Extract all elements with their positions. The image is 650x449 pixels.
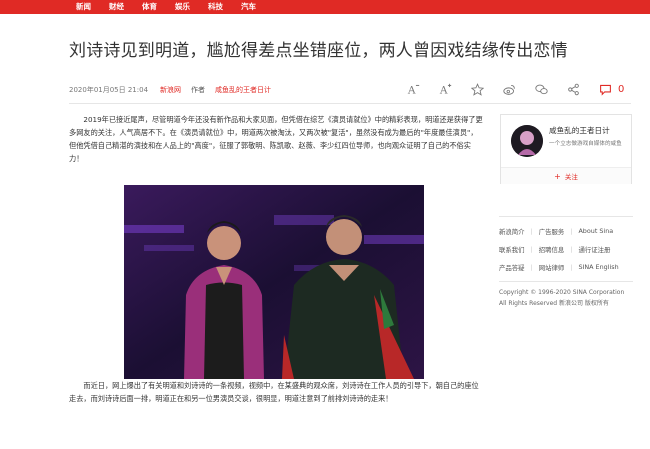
follow-label: 关注 bbox=[564, 173, 578, 181]
article-title: 刘诗诗见到明道，尴尬得差点坐错座位，两人曾因戏结缘传出恋情 bbox=[69, 41, 568, 61]
footer-link-register[interactable]: 通行证注册 bbox=[578, 245, 610, 254]
article-photo bbox=[124, 185, 424, 379]
footer-link-contact[interactable]: 联系我们 bbox=[499, 245, 525, 254]
weibo-icon[interactable] bbox=[500, 80, 518, 98]
article-paragraph-2: 而近日，网上爆出了有关明道和刘诗诗的一条视频，视频中，在某盛典的观众席，刘诗诗在… bbox=[69, 381, 479, 403]
copyright-line-2: All Rights Reserved 新浪公司 版权所有 bbox=[499, 300, 609, 307]
footer-link-jobs[interactable]: 招聘信息 bbox=[539, 245, 565, 254]
nav-item-sports[interactable]: 体育 bbox=[142, 0, 157, 14]
footer-links-row: 联系我们 | 招聘信息 | 通行证注册 bbox=[499, 240, 633, 258]
article-toolbar: A A 0 bbox=[404, 80, 624, 98]
plus-icon: + bbox=[554, 171, 561, 181]
author-label: 作者 bbox=[191, 86, 206, 94]
footer-link-lawyer[interactable]: 网站律师 bbox=[539, 263, 565, 272]
footer-link-ads[interactable]: 广告服务 bbox=[539, 227, 565, 236]
share-icon[interactable] bbox=[564, 80, 582, 98]
article-source-link[interactable]: 新浪网 bbox=[160, 85, 181, 95]
author-avatar[interactable] bbox=[511, 125, 543, 157]
nav-item-finance[interactable]: 财经 bbox=[109, 0, 124, 14]
title-divider bbox=[69, 103, 631, 104]
author-description: 一个立志做游戏自媒体的咸鱼 bbox=[549, 141, 622, 147]
wechat-icon[interactable] bbox=[532, 80, 550, 98]
favorite-star-icon[interactable] bbox=[468, 80, 486, 98]
footer-link-english[interactable]: SINA English bbox=[578, 263, 618, 271]
article-author-link[interactable]: 咸鱼乱的王者日计 bbox=[215, 85, 271, 95]
nav-item-news[interactable]: 新闻 bbox=[76, 0, 91, 14]
font-decrease-icon[interactable]: A bbox=[404, 80, 422, 98]
footer-links-row: 产品答疑 | 网站律师 | SINA English bbox=[499, 258, 633, 276]
author-card: 咸鱼乱的王者日计 一个立志做游戏自媒体的咸鱼 + 关注 bbox=[500, 114, 632, 184]
svg-text:A: A bbox=[439, 84, 448, 95]
font-increase-icon[interactable]: A bbox=[436, 80, 454, 98]
footer-separator: | bbox=[530, 245, 533, 253]
footer-link-about[interactable]: 新浪简介 bbox=[499, 227, 525, 236]
nav-item-tech[interactable]: 科技 bbox=[208, 0, 223, 14]
nav-item-auto[interactable]: 汽车 bbox=[241, 0, 256, 14]
footer-separator: | bbox=[530, 227, 533, 235]
article-meta: 2020年01月05日 21:04 新浪网 作者 咸鱼乱的王者日计 bbox=[69, 84, 271, 96]
footer-link-faq[interactable]: 产品答疑 bbox=[499, 263, 525, 272]
top-nav-items: 新闻 财经 体育 娱乐 科技 汽车 bbox=[76, 0, 274, 14]
footer-separator: | bbox=[530, 263, 533, 271]
comment-count[interactable]: 0 bbox=[618, 84, 624, 95]
copyright: Copyright © 1996-2020 SINA Corporation A… bbox=[499, 287, 639, 309]
footer-separator: | bbox=[570, 227, 573, 235]
footer-separator: | bbox=[570, 263, 573, 271]
footer-link-about-sina[interactable]: About Sina bbox=[578, 227, 613, 235]
article-paragraph-1: 2019年已接近尾声，尽管明道今年还没有新作品和大家见面，但凭借在综艺《演员请就… bbox=[69, 115, 483, 163]
nav-item-entertainment[interactable]: 娱乐 bbox=[175, 0, 190, 14]
copyright-line-1: Copyright © 1996-2020 SINA Corporation bbox=[499, 289, 625, 296]
comment-icon[interactable] bbox=[596, 80, 614, 98]
publish-date: 2020年01月05日 21:04 bbox=[69, 86, 149, 94]
footer-separator: | bbox=[570, 245, 573, 253]
footer-links-row: 新浪简介 | 广告服务 | About Sina bbox=[499, 222, 633, 240]
footer-links: 新浪简介 | 广告服务 | About Sina 联系我们 | 招聘信息 | 通… bbox=[499, 222, 633, 276]
footer-divider-bottom bbox=[499, 281, 633, 282]
top-nav-bar: 新闻 财经 体育 娱乐 科技 汽车 bbox=[0, 0, 650, 14]
author-name[interactable]: 咸鱼乱的王者日计 bbox=[549, 125, 610, 136]
article-body: 2019年已接近尾声，尽管明道今年还没有新作品和大家见面，但凭借在综艺《演员请就… bbox=[69, 113, 484, 403]
footer-divider-top bbox=[499, 216, 633, 217]
svg-text:A: A bbox=[407, 84, 416, 95]
follow-button[interactable]: + 关注 bbox=[501, 167, 631, 184]
